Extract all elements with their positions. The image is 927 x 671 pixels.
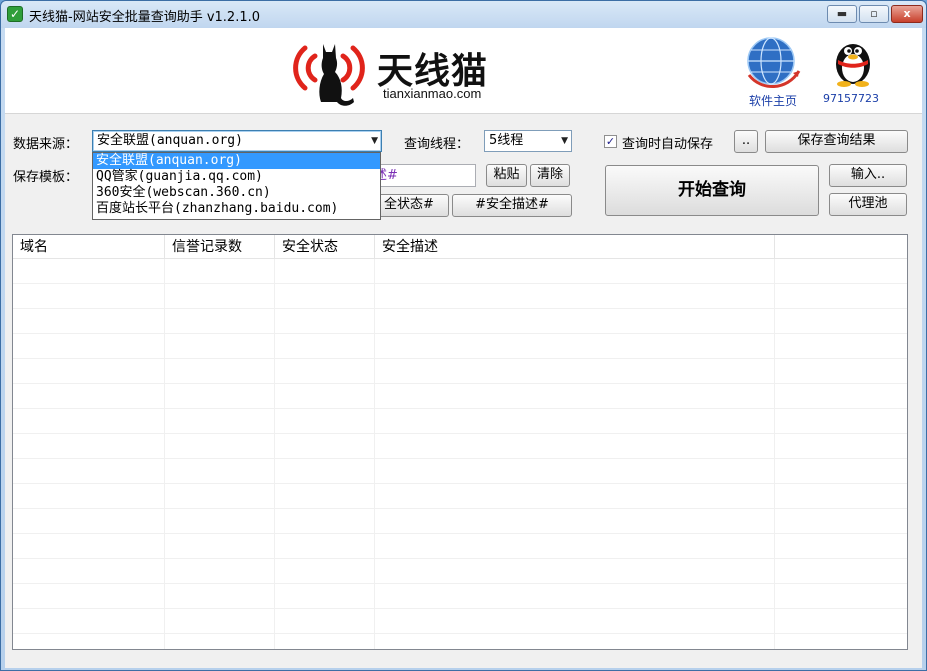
column-record-count[interactable]: 信誉记录数 [165,235,275,259]
client-area: 天线猫 tianxianmao.com 软件主页 97157723 数据来源： … [5,28,922,668]
threads-select[interactable]: 5线程 ▼ [484,130,572,152]
table-header: 域名 信誉记录数 安全状态 安全描述 [13,235,907,259]
table-row[interactable] [13,434,907,459]
results-table[interactable]: 域名 信誉记录数 安全状态 安全描述 [12,234,908,650]
banner: 天线猫 tianxianmao.com 软件主页 97157723 [5,28,922,114]
autosave-checkbox[interactable]: ✓ [604,135,617,148]
column-divider [274,259,275,649]
table-row[interactable] [13,509,907,534]
chevron-down-icon: ▼ [561,136,568,146]
table-row[interactable] [13,384,907,409]
qq-number[interactable]: 97157723 [815,92,887,105]
threads-selected-value: 5线程 [489,133,524,148]
paste-button[interactable]: 粘贴 [486,164,527,187]
title-bar[interactable]: ✓ 天线猫-网站安全批量查询助手 v1.2.1.0 ▬ ▫ x [1,1,926,28]
column-divider [164,259,165,649]
logo-domain: tianxianmao.com [383,86,482,101]
home-page-link[interactable]: 软件主页 [733,92,813,109]
table-row[interactable] [13,559,907,584]
table-row[interactable] [13,409,907,434]
dropdown-option[interactable]: 百度站长平台(zhanzhang.baidu.com) [93,201,380,217]
column-divider [374,259,375,649]
globe-icon[interactable] [741,35,805,91]
table-row[interactable] [13,309,907,334]
clear-button[interactable]: 清除 [530,164,570,187]
logo[interactable]: 天线猫 tianxianmao.com [291,36,501,108]
table-row[interactable] [13,359,907,384]
window-title: 天线猫-网站安全批量查询助手 v1.2.1.0 [29,10,260,25]
app-window: ✓ 天线猫-网站安全批量查询助手 v1.2.1.0 ▬ ▫ x 天线猫 tian… [0,0,927,671]
source-label: 数据来源： [13,137,79,152]
table-row[interactable] [13,259,907,284]
dropdown-option[interactable]: 360安全(webscan.360.cn) [93,185,380,201]
template-input[interactable]: 述# [369,164,476,187]
input-button[interactable]: 输入.. [829,164,907,187]
insert-desc-tag-button[interactable]: #安全描述# [452,194,572,217]
table-row[interactable] [13,609,907,634]
browse-button[interactable]: .. [734,130,758,153]
column-divider [774,259,775,649]
chevron-down-icon: ▼ [371,136,378,146]
insert-status-tag-button[interactable]: 全状态# [369,194,449,217]
column-filler [775,235,907,259]
table-row[interactable] [13,459,907,484]
source-selected-value: 安全联盟(anquan.org) [97,133,243,148]
table-row[interactable] [13,284,907,309]
template-label: 保存模板： [13,170,79,185]
source-dropdown-list[interactable]: 安全联盟(anquan.org) QQ管家(guanjia.qq.com) 36… [92,152,381,220]
autosave-label[interactable]: 查询时自动保存 [622,133,713,152]
table-row[interactable] [13,484,907,509]
qq-penguin-icon[interactable] [829,34,877,88]
threads-label: 查询线程： [404,137,470,152]
save-results-button[interactable]: 保存查询结果 [765,130,908,153]
table-row[interactable] [13,584,907,609]
table-row[interactable] [13,634,907,649]
proxy-pool-button[interactable]: 代理池 [829,193,907,216]
dropdown-option[interactable]: QQ管家(guanjia.qq.com) [93,169,380,185]
maximize-button[interactable]: ▫ [859,5,889,23]
cat-antenna-icon [293,44,365,106]
start-query-button[interactable]: 开始查询 [605,165,819,216]
source-select[interactable]: 安全联盟(anquan.org) ▼ [92,130,382,152]
table-row[interactable] [13,334,907,359]
minimize-button[interactable]: ▬ [827,5,857,23]
table-row[interactable] [13,534,907,559]
close-button[interactable]: x [891,5,923,23]
dropdown-option[interactable]: 安全联盟(anquan.org) [93,153,380,169]
column-domain[interactable]: 域名 [13,235,165,259]
column-description[interactable]: 安全描述 [375,235,775,259]
column-status[interactable]: 安全状态 [275,235,375,259]
shield-check-icon: ✓ [7,6,23,22]
